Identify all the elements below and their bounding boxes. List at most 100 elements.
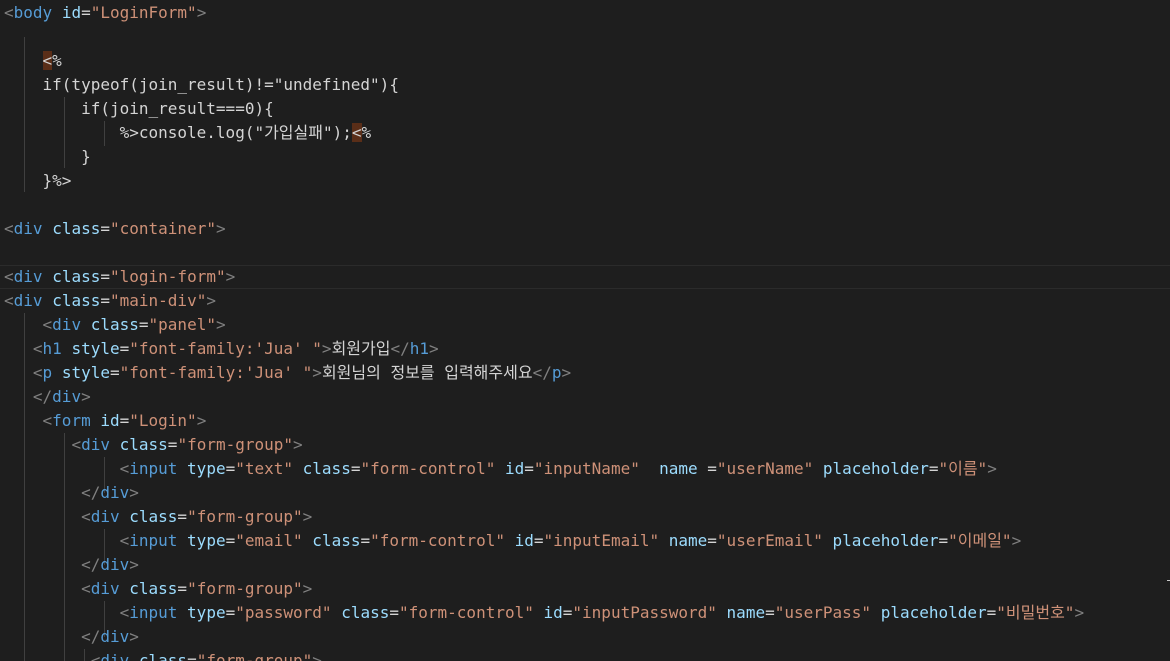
code-token: id [543, 603, 563, 622]
code-token: "form-control" [370, 531, 505, 550]
code-token: </ [81, 483, 101, 502]
code-token: "userEmail" [716, 531, 823, 550]
code-token: class [138, 651, 188, 661]
code-token: = [707, 531, 717, 550]
code-token: < [42, 51, 53, 70]
code-token: < [71, 435, 82, 454]
code-token: div [81, 435, 110, 454]
code-token: "form-group" [187, 507, 303, 526]
code-token: div [100, 483, 130, 502]
code-line[interactable]: <div class="form-group"> [4, 433, 302, 457]
code-token: "userPass" [774, 603, 872, 622]
code-token: < [4, 3, 14, 22]
code-token: } [4, 147, 91, 166]
code-token: id [61, 3, 82, 22]
code-editor[interactable]: <body id="LoginForm"> <% if(typeof(join_… [0, 0, 1170, 661]
code-token: < [81, 579, 91, 598]
code-token: < [4, 291, 14, 310]
code-line[interactable]: <h1 style="font-family:'Jua' ">회원가입</h1> [4, 337, 439, 361]
code-line[interactable]: %>console.log("가입실패");<% [4, 121, 371, 145]
code-token: = [187, 651, 197, 661]
code-token: div [90, 507, 120, 526]
code-line[interactable]: <input type="email" class="form-control"… [4, 529, 1022, 553]
code-token: "font-family:'Jua' " [129, 339, 322, 358]
code-token: "main-div" [110, 291, 207, 310]
code-token: < [90, 651, 101, 661]
code-token: class [302, 459, 351, 478]
code-token: = [225, 531, 236, 550]
code-line[interactable]: <div class="form-group"> [4, 649, 322, 661]
code-line[interactable]: <div class="login-form"> [4, 265, 235, 289]
code-token: div [13, 291, 43, 310]
code-line[interactable]: </div> [4, 625, 139, 649]
code-token: = [100, 219, 110, 238]
code-token: id [504, 459, 525, 478]
code-token: p [42, 363, 53, 382]
code-line[interactable]: }%> [4, 169, 72, 193]
code-line[interactable]: if(typeof(join_result)!="undefined"){ [4, 73, 399, 97]
code-token: "panel" [148, 315, 216, 334]
code-token: "이메일" [948, 531, 1012, 550]
code-line[interactable]: </div> [4, 553, 139, 577]
code-token: < [4, 267, 14, 286]
code-line[interactable]: </div> [4, 385, 91, 409]
code-token: < [119, 531, 130, 550]
code-line[interactable]: <form id="Login"> [4, 409, 207, 433]
code-token: "Login" [129, 411, 197, 430]
code-token: 회원가입 [331, 339, 391, 358]
code-token: </ [532, 363, 552, 382]
code-token: > [129, 627, 139, 646]
code-line[interactable]: } [4, 145, 91, 169]
code-token: > [129, 483, 139, 502]
code-token: < [42, 411, 53, 430]
code-token: name [668, 531, 708, 550]
code-token: = [938, 531, 949, 550]
code-token: class [129, 507, 178, 526]
code-token: "form-group" [177, 435, 294, 454]
code-token: "form-control" [399, 603, 534, 622]
code-token: class [52, 267, 101, 286]
code-line[interactable]: <div class="form-group"> [4, 505, 312, 529]
code-token: if(join_result===0){ [4, 99, 274, 118]
code-line[interactable]: </div> [4, 481, 139, 505]
code-line[interactable]: <body id="LoginForm"> [4, 1, 206, 25]
code-token: < [32, 363, 43, 382]
code-token: input [129, 459, 178, 478]
code-token: "form-group" [196, 651, 313, 661]
code-token: type [187, 459, 226, 478]
code-token: "font-family:'Jua' " [119, 363, 313, 382]
code-token: = [167, 435, 178, 454]
code-line[interactable]: <input type="text" class="form-control" … [4, 457, 997, 481]
code-line[interactable]: <div class="main-div"> [4, 289, 216, 313]
code-line[interactable]: <div class="form-group"> [4, 577, 312, 601]
code-token: div [100, 651, 130, 661]
code-token: "비밀번호" [996, 603, 1075, 622]
code-line[interactable]: <input type="password" class="form-contr… [4, 601, 1085, 625]
code-line[interactable]: <div class="panel"> [4, 313, 226, 337]
code-line[interactable]: if(join_result===0){ [4, 97, 274, 121]
code-line[interactable]: <p style="font-family:'Jua' ">회원님의 정보를 입… [4, 361, 571, 385]
code-line[interactable]: <% [4, 49, 62, 73]
code-token: "email" [235, 531, 303, 550]
code-line[interactable]: <div class="container"> [4, 217, 226, 241]
code-token: > [428, 339, 439, 358]
code-token: if(typeof(join_result)!="undefined"){ [4, 75, 399, 94]
code-token: input [129, 603, 178, 622]
code-token: = [225, 603, 236, 622]
code-token: name [659, 459, 698, 478]
code-token: > [129, 555, 139, 574]
